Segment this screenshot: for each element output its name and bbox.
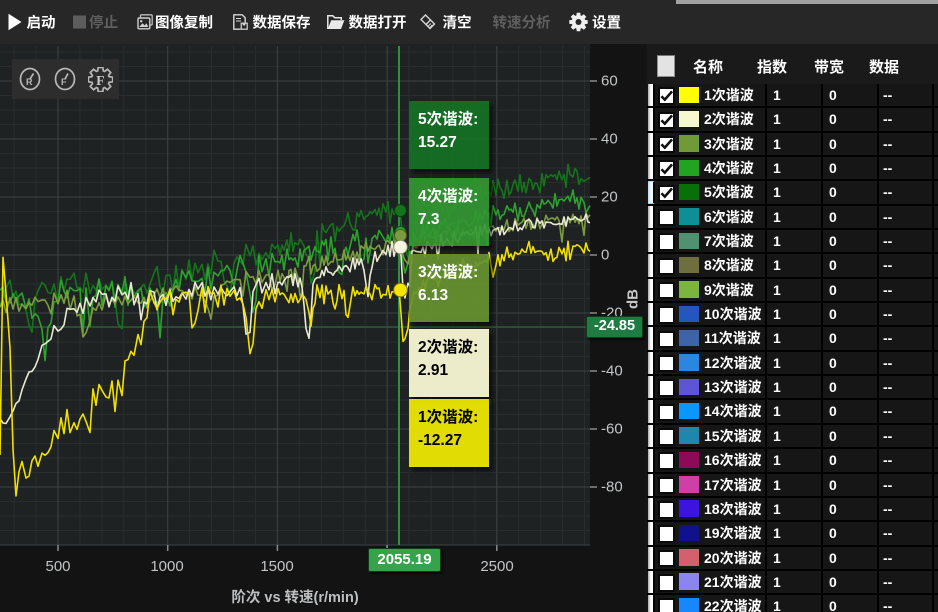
svg-text:F: F: [96, 72, 104, 87]
svg-text:R: R: [26, 77, 33, 87]
svg-text:F: F: [61, 77, 67, 87]
